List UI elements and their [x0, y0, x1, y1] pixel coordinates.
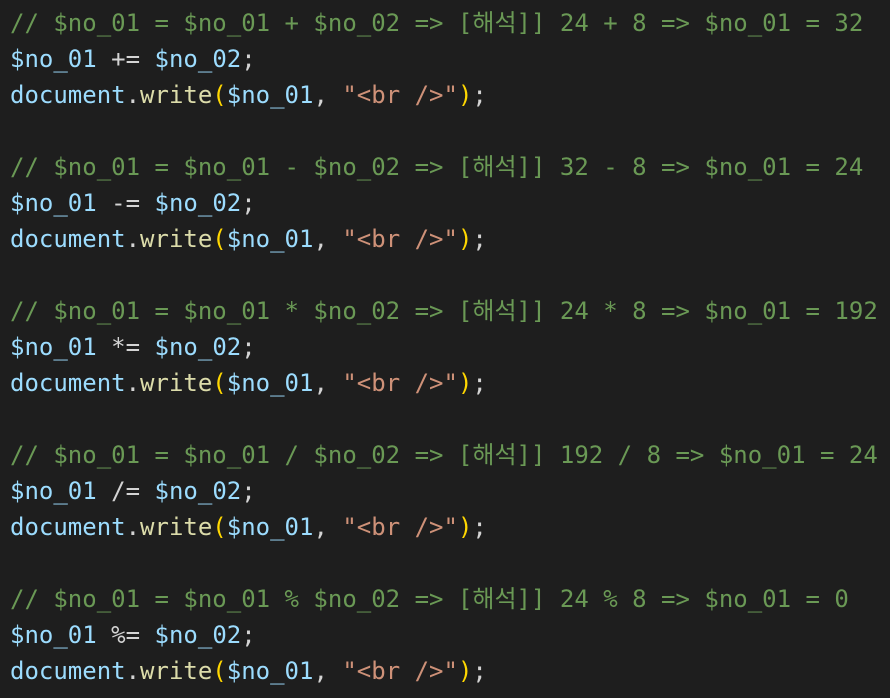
variable-rhs: $no_02 — [154, 477, 242, 505]
variable-lhs: $no_01 — [10, 333, 97, 361]
string-literal: "<br />" — [342, 369, 458, 397]
string-literal: "<br />" — [342, 225, 458, 253]
variable-rhs: $no_02 — [154, 333, 242, 361]
comment-text: // $no_01 = $no_01 / $no_02 => [해석]] 192… — [10, 441, 878, 469]
comment-text: // $no_01 = $no_01 - $no_02 => [해석]] 32 … — [10, 153, 864, 181]
comment-line: // $no_01 = $no_01 * $no_02 => [해석]] 24 … — [10, 293, 878, 329]
open-paren: ( — [212, 657, 227, 685]
semicolon: ; — [241, 477, 256, 505]
variable-rhs: $no_02 — [154, 621, 242, 649]
comma: , — [313, 81, 343, 109]
open-paren: ( — [212, 369, 227, 397]
dot-operator: . — [125, 513, 141, 541]
close-paren: ) — [457, 513, 473, 541]
variable-rhs: $no_02 — [154, 45, 242, 73]
call-argument: $no_01 — [226, 513, 314, 541]
comment-text: // $no_01 = $no_01 % $no_02 => [해석]] 24 … — [10, 585, 849, 613]
call-argument: $no_01 — [226, 657, 314, 685]
semicolon: ; — [241, 333, 256, 361]
document-object: document — [10, 513, 126, 541]
call-argument: $no_01 — [226, 369, 314, 397]
assignment-operator: %= — [111, 621, 141, 649]
assignment-operator: *= — [111, 333, 141, 361]
comment-text: // $no_01 = $no_01 + $no_02 => [해석]] 24 … — [10, 9, 864, 37]
comment-line: // $no_01 = $no_01 / $no_02 => [해석]] 192… — [10, 437, 878, 473]
variable-lhs: $no_01 — [10, 45, 97, 73]
comma: , — [313, 657, 343, 685]
close-paren: ) — [457, 657, 473, 685]
variable-lhs: $no_01 — [10, 189, 97, 217]
assignment-line: $no_01 %= $no_02; — [10, 617, 256, 653]
dot-operator: . — [125, 81, 141, 109]
comment-line: // $no_01 = $no_01 % $no_02 => [해석]] 24 … — [10, 581, 849, 617]
open-paren: ( — [212, 81, 227, 109]
comma: , — [313, 513, 343, 541]
assignment-operator: += — [111, 45, 141, 73]
call-argument: $no_01 — [226, 81, 314, 109]
document-object: document — [10, 81, 126, 109]
document-object: document — [10, 225, 126, 253]
write-call-line: document.write($no_01, "<br />"); — [10, 509, 487, 545]
variable-lhs: $no_01 — [10, 621, 97, 649]
semicolon: ; — [472, 225, 487, 253]
write-method: write — [140, 513, 213, 541]
write-call-line: document.write($no_01, "<br />"); — [10, 365, 487, 401]
write-method: write — [140, 657, 213, 685]
semicolon: ; — [241, 45, 256, 73]
document-object: document — [10, 657, 126, 685]
write-method: write — [140, 369, 213, 397]
dot-operator: . — [125, 369, 141, 397]
write-call-line: document.write($no_01, "<br />"); — [10, 77, 487, 113]
semicolon: ; — [241, 621, 256, 649]
comment-line: // $no_01 = $no_01 + $no_02 => [해석]] 24 … — [10, 5, 863, 41]
close-paren: ) — [457, 81, 473, 109]
semicolon: ; — [472, 81, 487, 109]
assignment-line: $no_01 /= $no_02; — [10, 473, 256, 509]
write-call-line: document.write($no_01, "<br />"); — [10, 221, 487, 257]
semicolon: ; — [472, 657, 487, 685]
variable-rhs: $no_02 — [154, 189, 242, 217]
comment-text: // $no_01 = $no_01 * $no_02 => [해석]] 24 … — [10, 297, 878, 325]
write-call-line: document.write($no_01, "<br />"); — [10, 653, 487, 689]
comma: , — [313, 225, 343, 253]
assignment-operator: /= — [111, 477, 141, 505]
assignment-line: $no_01 -= $no_02; — [10, 185, 256, 221]
document-object: document — [10, 369, 126, 397]
semicolon: ; — [472, 369, 487, 397]
comment-line: // $no_01 = $no_01 - $no_02 => [해석]] 32 … — [10, 149, 863, 185]
close-paren: ) — [457, 369, 473, 397]
call-argument: $no_01 — [226, 225, 314, 253]
dot-operator: . — [125, 225, 141, 253]
variable-lhs: $no_01 — [10, 477, 97, 505]
open-paren: ( — [212, 225, 227, 253]
string-literal: "<br />" — [342, 657, 458, 685]
close-paren: ) — [457, 225, 473, 253]
dot-operator: . — [125, 657, 141, 685]
comma: , — [313, 369, 343, 397]
string-literal: "<br />" — [342, 81, 458, 109]
assignment-line: $no_01 += $no_02; — [10, 41, 256, 77]
assignment-line: $no_01 *= $no_02; — [10, 329, 256, 365]
semicolon: ; — [241, 189, 256, 217]
code-editor[interactable]: // $no_01 = $no_01 + $no_02 => [해석]] 24 … — [0, 0, 890, 698]
assignment-operator: -= — [111, 189, 141, 217]
string-literal: "<br />" — [342, 513, 458, 541]
semicolon: ; — [472, 513, 487, 541]
open-paren: ( — [212, 513, 227, 541]
write-method: write — [140, 81, 213, 109]
write-method: write — [140, 225, 213, 253]
